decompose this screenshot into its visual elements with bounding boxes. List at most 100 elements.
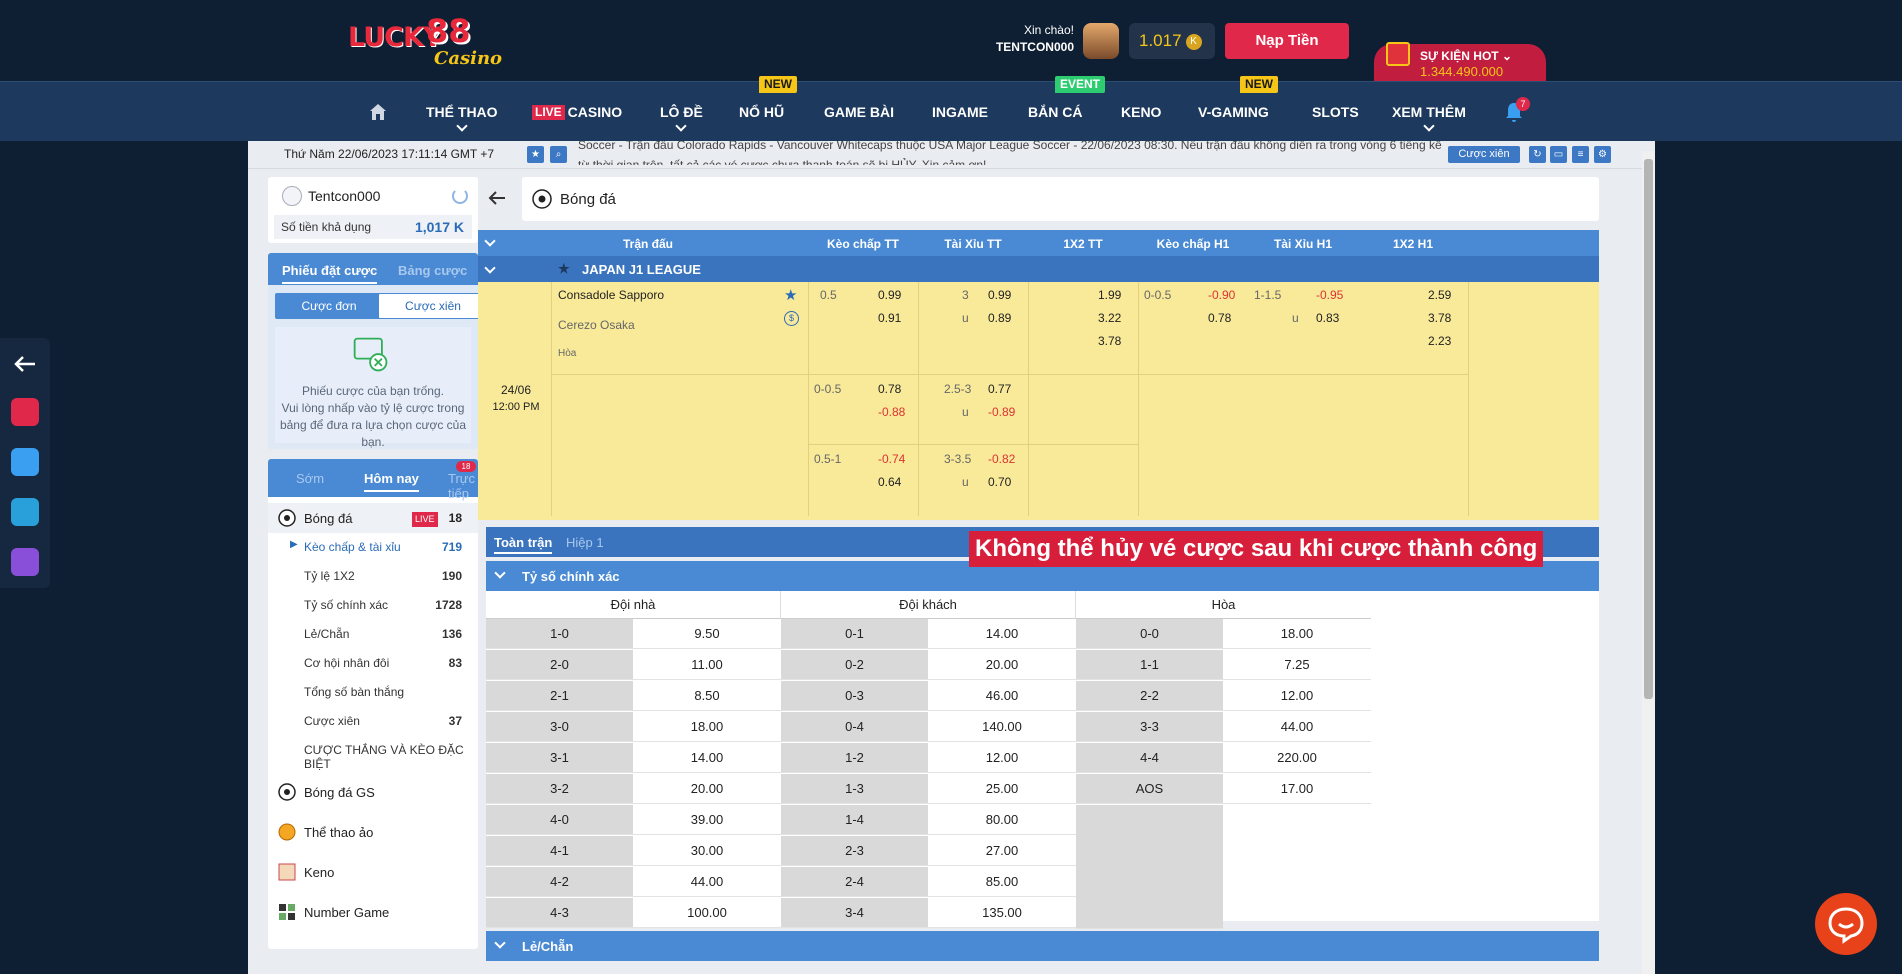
nav-no-hu[interactable]: NEW NỔ HŨ	[739, 76, 797, 142]
sport-football-gs[interactable]: Bóng đá GS	[268, 777, 478, 807]
nav-ban-ca[interactable]: EVENT BẮN CÁ	[1028, 76, 1106, 142]
score-odds[interactable]: 14.00	[633, 743, 781, 773]
score-odds[interactable]: 44.00	[633, 867, 781, 897]
nav-keno[interactable]: KENO	[1121, 82, 1161, 142]
nav-ingame[interactable]: INGAME	[932, 82, 988, 142]
sport-football[interactable]: Bóng đá LIVE 18	[268, 503, 478, 533]
scrollbar-thumb[interactable]	[1644, 159, 1653, 699]
score-odds[interactable]: 85.00	[928, 867, 1076, 897]
single-bet-button[interactable]: Cược đơn	[275, 293, 383, 319]
deposit-button[interactable]: Nạp Tiền	[1225, 23, 1349, 59]
tab-first-half[interactable]: Hiệp 1	[566, 535, 604, 550]
home-icon[interactable]	[368, 102, 388, 122]
score-odds[interactable]: 25.00	[928, 774, 1076, 804]
odds-cell[interactable]: 2.59	[1428, 288, 1451, 302]
score-odds[interactable]: 8.50	[633, 681, 781, 711]
score-odds[interactable]: 44.00	[1223, 712, 1371, 742]
sub-double-chance[interactable]: Cơ hội nhân đôi 83	[268, 651, 478, 675]
score-odds[interactable]: 12.00	[1223, 681, 1371, 711]
odds-cell[interactable]: 0.64	[878, 475, 901, 489]
sub-odd-even[interactable]: Lẻ/Chẵn 136	[268, 622, 478, 646]
odds-cell[interactable]: 0.99	[988, 288, 1011, 302]
star-icon[interactable]: ★	[527, 146, 544, 163]
odds-cell[interactable]: 3.78	[1428, 311, 1451, 325]
sub-parlay[interactable]: Cược xiên 37	[268, 709, 478, 733]
live-chat-button[interactable]	[1815, 893, 1877, 955]
site-logo[interactable]: LUCKY 88 Casino	[348, 10, 502, 72]
odds-cell[interactable]: 0.70	[988, 475, 1011, 489]
tab-today[interactable]: Hôm nay	[364, 471, 419, 492]
sub-special[interactable]: CƯỢC THẮNG VÀ KÈO ĐẶC BIỆT	[268, 738, 478, 771]
sport-number-game[interactable]: Number Game	[268, 897, 478, 927]
score-odds[interactable]: 46.00	[928, 681, 1076, 711]
mobile-icon[interactable]	[11, 398, 39, 426]
score-odds[interactable]: 20.00	[928, 650, 1076, 680]
back-arrow-icon[interactable]	[486, 187, 508, 209]
odds-cell[interactable]: 3.22	[1098, 311, 1121, 325]
score-odds[interactable]: 80.00	[928, 805, 1076, 835]
odds-cell[interactable]: 0.89	[988, 311, 1011, 325]
sport-keno[interactable]: Keno	[268, 857, 478, 887]
odds-cell[interactable]: -0.88	[878, 405, 905, 419]
odds-cell[interactable]: -0.90	[1208, 288, 1235, 302]
odds-cell[interactable]: 0.78	[1208, 311, 1231, 325]
score-odds[interactable]: 18.00	[1223, 619, 1371, 649]
search-icon[interactable]: ⌕	[550, 146, 567, 163]
nav-lo-de[interactable]: LÔ ĐỀ	[660, 82, 703, 142]
nav-xem-them[interactable]: XEM THÊM	[1392, 82, 1466, 142]
odds-cell[interactable]: -0.74	[878, 452, 905, 466]
stats-icon[interactable]: $	[784, 311, 799, 326]
odds-cell[interactable]: 1.99	[1098, 288, 1121, 302]
score-odds[interactable]: 100.00	[633, 898, 781, 928]
support-icon[interactable]	[11, 448, 39, 476]
score-odds[interactable]: 135.00	[928, 898, 1076, 928]
star-icon[interactable]: ★	[558, 261, 570, 277]
tab-early[interactable]: Sớm	[296, 471, 324, 486]
list-icon[interactable]: ≡	[1572, 146, 1589, 163]
arrow-left-icon[interactable]	[11, 350, 39, 378]
odds-cell[interactable]: 0.91	[878, 311, 901, 325]
score-odds[interactable]: 20.00	[633, 774, 781, 804]
score-odds[interactable]: 17.00	[1223, 774, 1371, 804]
score-odds[interactable]: 30.00	[633, 836, 781, 866]
odds-cell[interactable]: -0.89	[988, 405, 1015, 419]
score-odds[interactable]: 14.00	[928, 619, 1076, 649]
tab-full-match[interactable]: Toàn trận	[494, 535, 553, 554]
chat-icon[interactable]: ▭	[1550, 146, 1567, 163]
chevron-down-icon[interactable]	[484, 235, 496, 247]
sport-virtual[interactable]: Thể thao ảo	[268, 817, 478, 847]
tab-bet-board[interactable]: Bảng cược	[398, 263, 467, 278]
favorite-star-icon[interactable]: ★	[784, 286, 797, 304]
gift-icon[interactable]	[11, 548, 39, 576]
odds-cell[interactable]: 3.78	[1098, 334, 1121, 348]
refresh-icon[interactable]: ↻	[1529, 146, 1546, 163]
sub-handicap-ou[interactable]: ▶ Kèo chấp & tài xỉu 719	[268, 535, 478, 559]
tab-bet-slip[interactable]: Phiếu đặt cược	[282, 263, 378, 284]
odds-cell[interactable]: 0.83	[1316, 311, 1339, 325]
refresh-icon[interactable]	[452, 188, 468, 204]
nav-casino[interactable]: LIVE CASINO	[532, 82, 622, 142]
league-row[interactable]: ★ JAPAN J1 LEAGUE	[478, 256, 1599, 282]
odd-even-header[interactable]: Lẻ/Chẵn	[486, 931, 1599, 961]
nav-v-gaming[interactable]: NEW V-GAMING	[1198, 76, 1278, 142]
odds-cell[interactable]: 0.77	[988, 382, 1011, 396]
sub-correct-score[interactable]: Tỷ số chính xác 1728	[268, 593, 478, 617]
sub-total-goals[interactable]: Tổng số bàn thắng	[268, 680, 478, 704]
avatar[interactable]	[1083, 23, 1119, 59]
score-odds[interactable]: 220.00	[1223, 743, 1371, 773]
score-odds[interactable]: 27.00	[928, 836, 1076, 866]
nav-game-bai[interactable]: GAME BÀI	[824, 82, 894, 142]
tab-live[interactable]: Trực tiếp	[448, 471, 478, 501]
parlay-button[interactable]: Cược xiên	[1448, 146, 1520, 163]
gear-icon[interactable]: ⚙	[1594, 146, 1611, 163]
nav-slots[interactable]: SLOTS	[1312, 82, 1359, 142]
odds-cell[interactable]: 2.23	[1428, 334, 1451, 348]
score-odds[interactable]: 18.00	[633, 712, 781, 742]
parlay-bet-button[interactable]: Cược xiên	[378, 293, 478, 319]
page-scrollbar[interactable]	[1642, 151, 1655, 974]
score-odds[interactable]: 11.00	[633, 650, 781, 680]
telegram-icon[interactable]	[11, 498, 39, 526]
score-odds[interactable]: 140.00	[928, 712, 1076, 742]
odds-cell[interactable]: 0.78	[878, 382, 901, 396]
odds-cell[interactable]: 0.99	[878, 288, 901, 302]
